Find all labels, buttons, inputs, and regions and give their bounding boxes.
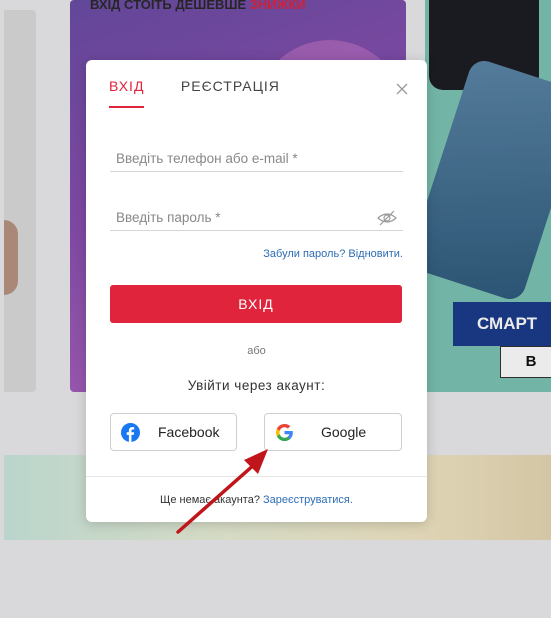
register-link[interactable]: Зареєструватися.: [263, 494, 353, 506]
social-login-heading: Увійти через акаунт:: [187, 378, 326, 393]
facebook-icon: [121, 423, 140, 442]
auth-tabs: ВХІД РЕЄСТРАЦІЯ: [109, 78, 312, 110]
facebook-login-button[interactable]: Facebook: [110, 413, 237, 451]
forgot-password-link[interactable]: Забули пароль? Відновити.: [263, 248, 403, 260]
login-modal: ВХІД РЕЄСТРАЦІЯ Забули пароль? Відновити…: [86, 60, 427, 522]
footer-divider: [86, 476, 427, 477]
phone-email-input[interactable]: [110, 146, 403, 172]
google-label: Google: [321, 424, 367, 440]
close-icon[interactable]: [395, 82, 409, 96]
register-prompt: Ще немає акаунта? Зареєструватися.: [86, 494, 427, 506]
google-login-button[interactable]: Google: [264, 413, 402, 451]
google-icon: [275, 423, 293, 442]
login-button[interactable]: ВХІД: [110, 285, 402, 323]
or-separator: або: [247, 345, 266, 357]
eye-slash-icon[interactable]: [376, 210, 398, 226]
register-prompt-text: Ще немає акаунта?: [160, 494, 260, 506]
password-input[interactable]: [110, 205, 403, 231]
tab-register[interactable]: РЕЄСТРАЦІЯ: [181, 78, 280, 106]
facebook-label: Facebook: [158, 424, 220, 440]
tab-login[interactable]: ВХІД: [109, 78, 145, 108]
